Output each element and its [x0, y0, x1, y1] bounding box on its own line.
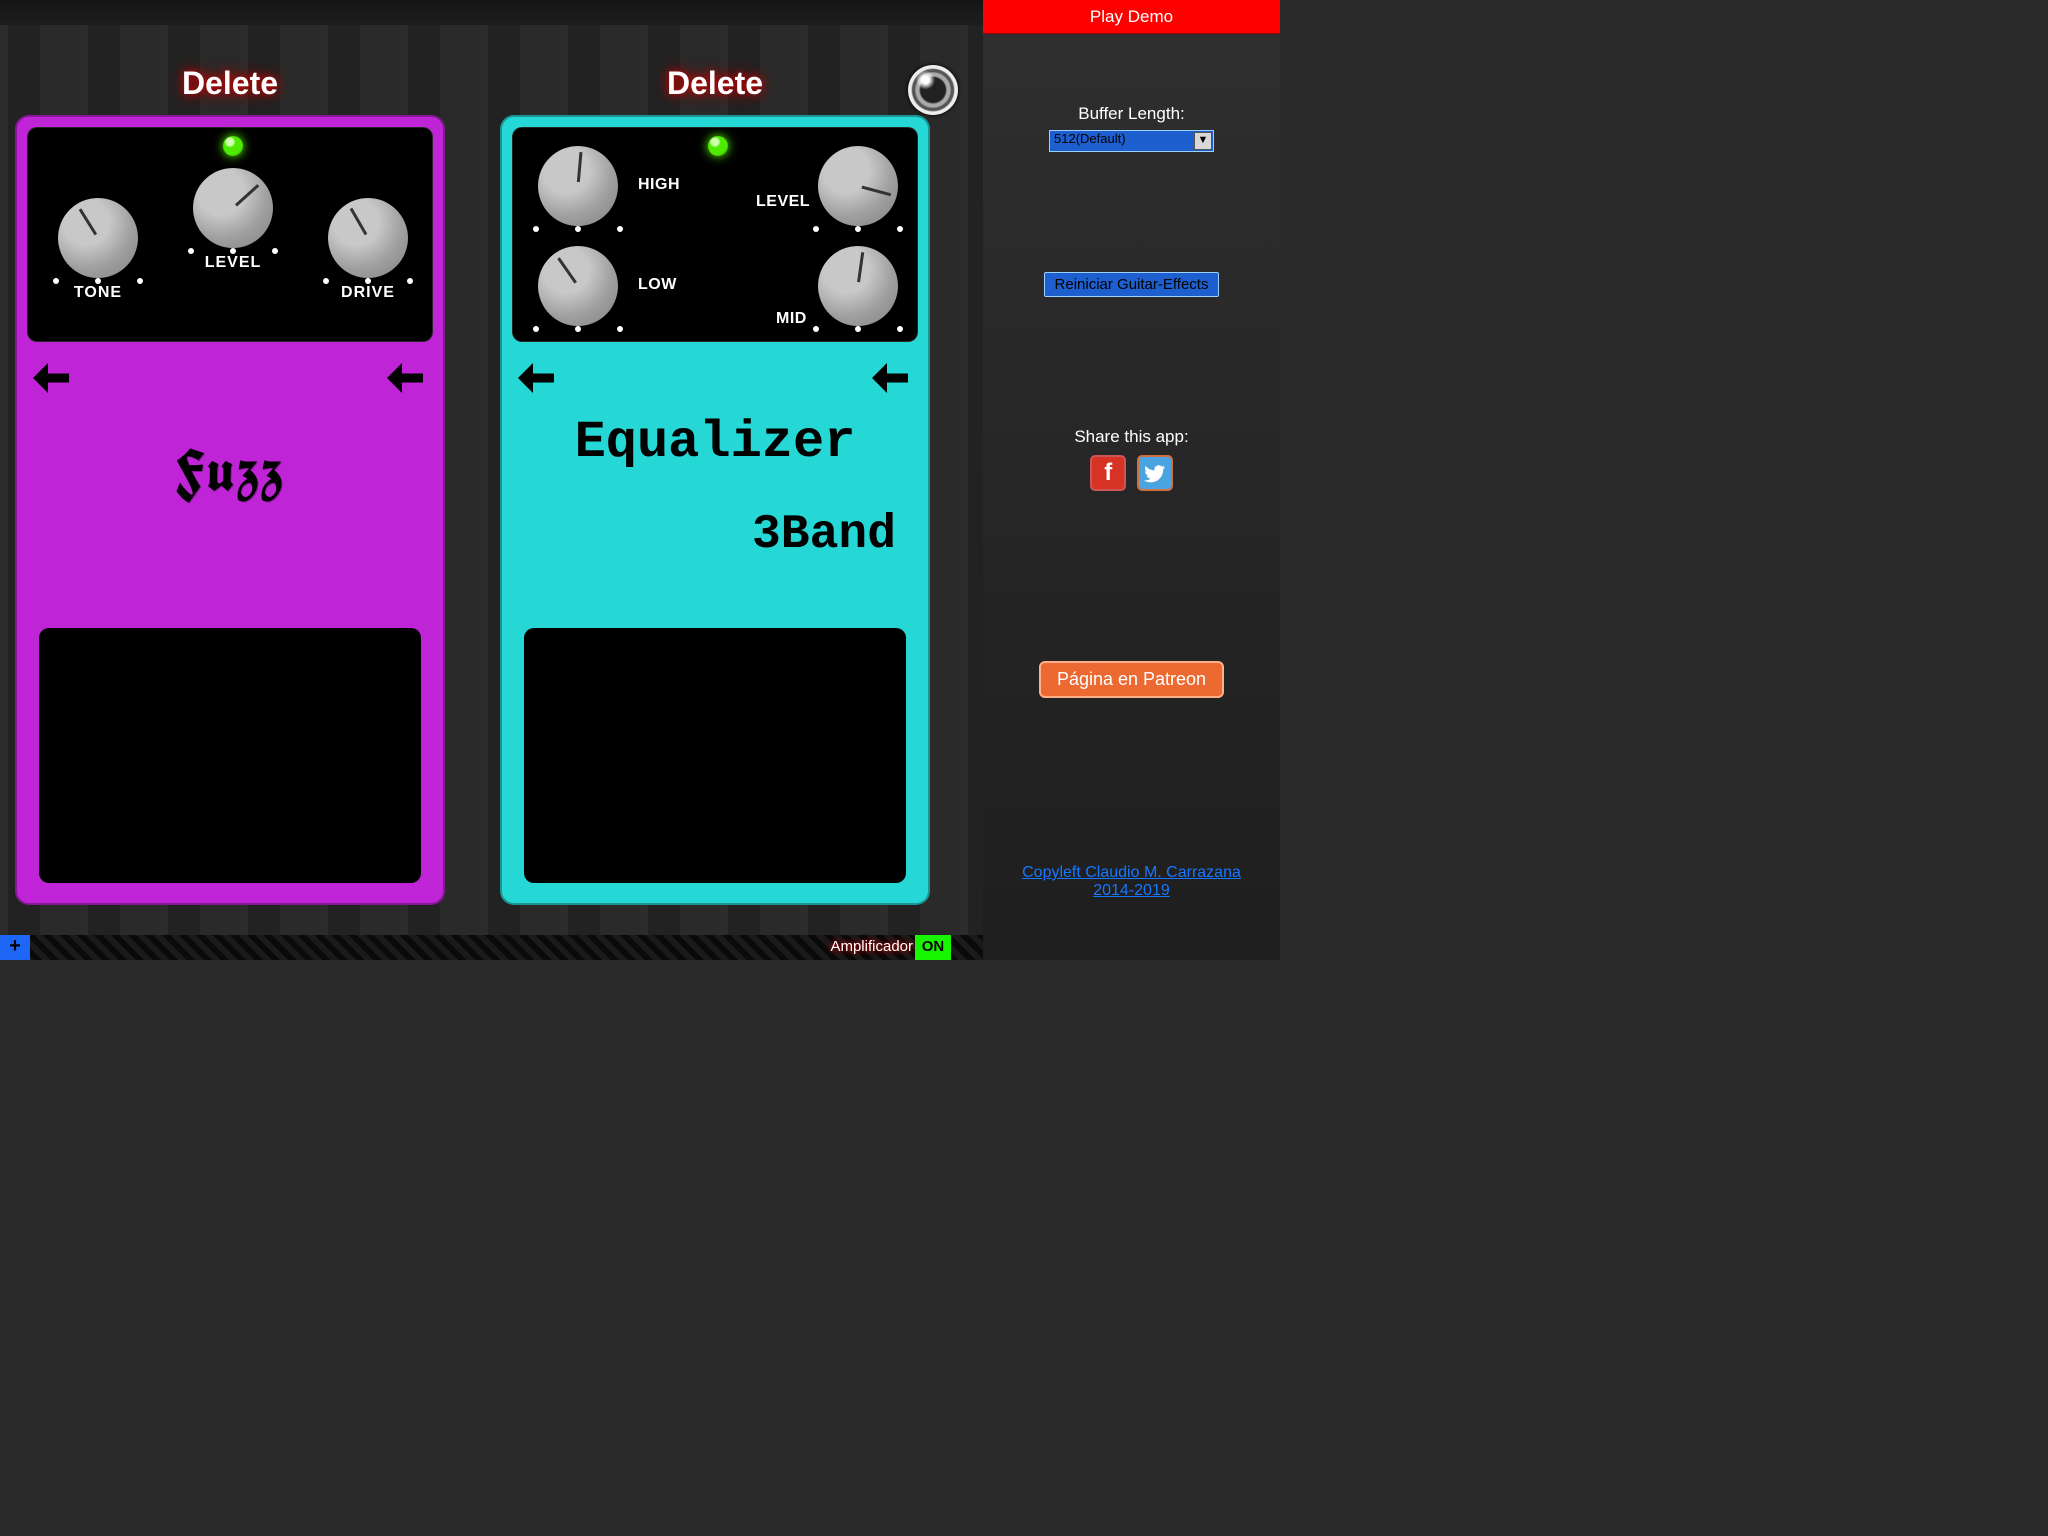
pedal-board: Delete Delete TONE LEVEL D	[0, 25, 983, 935]
reset-section: Reiniciar Guitar-Effects	[983, 152, 1280, 297]
arrow-left-icon	[872, 363, 912, 393]
pedal-footswitch[interactable]	[39, 628, 421, 883]
play-demo-button[interactable]: Play Demo	[983, 0, 1280, 34]
knob-level[interactable]: LEVEL	[193, 168, 273, 272]
knob-label: HIGH	[638, 176, 680, 194]
knob-label: MID	[776, 310, 807, 328]
chevron-down-icon: ▼	[1194, 132, 1212, 150]
knob-level[interactable]	[818, 146, 898, 226]
pedal-fuzz: TONE LEVEL DRIVE Fuzz	[15, 115, 445, 905]
share-label: Share this app:	[983, 427, 1280, 447]
twitter-icon[interactable]	[1137, 455, 1173, 491]
knob-tone[interactable]: TONE	[58, 198, 138, 302]
knob-label: LOW	[638, 276, 677, 294]
knob-drive[interactable]: DRIVE	[328, 198, 408, 302]
knob-mid[interactable]	[818, 246, 898, 326]
pedal-equalizer: HIGH LEVEL LOW MID	[500, 115, 930, 905]
arrow-left-icon	[518, 363, 558, 393]
patreon-button[interactable]: Página en Patreon	[1039, 661, 1224, 698]
pedal-body: Fuzz	[19, 353, 441, 901]
pedal-body: Equalizer 3Band	[504, 353, 926, 901]
patreon-section: Página en Patreon	[983, 491, 1280, 698]
amplifier-toggle[interactable]: ON	[915, 935, 951, 960]
delete-pedal-button[interactable]: Delete	[15, 65, 445, 102]
knob-high[interactable]	[538, 146, 618, 226]
arrow-left-icon	[387, 363, 427, 393]
pedal-name-label: Fuzz	[19, 433, 441, 509]
buffer-length-label: Buffer Length:	[983, 104, 1280, 124]
amplifier-label: Amplificador	[830, 935, 913, 960]
output-jack-icon	[908, 65, 958, 115]
buffer-length-select[interactable]: 512(Default) ▼	[1049, 130, 1214, 152]
arrow-left-icon	[33, 363, 73, 393]
pedal-led-icon	[708, 136, 728, 156]
facebook-icon[interactable]: f	[1090, 455, 1126, 491]
pedal-name-label: 3Band	[504, 508, 926, 562]
pedal-footswitch[interactable]	[524, 628, 906, 883]
buffer-section: Buffer Length: 512(Default) ▼	[983, 104, 1280, 152]
pedal-led-icon	[223, 136, 243, 156]
pedal-name-label: Equalizer	[504, 413, 926, 472]
bottom-bar: + Amplificador ON	[0, 935, 983, 960]
add-button[interactable]: +	[0, 935, 30, 960]
knob-low[interactable]	[538, 246, 618, 326]
knob-label: LEVEL	[756, 193, 810, 211]
copyleft-link[interactable]: Copyleft Claudio M. Carrazana2014-2019	[983, 864, 1280, 900]
share-section: Share this app: f	[983, 427, 1280, 491]
pedal-knob-panel: HIGH LEVEL LOW MID	[512, 127, 918, 342]
sidebar: Play Demo Buffer Length: 512(Default) ▼ …	[983, 0, 1280, 960]
buffer-length-value: 512(Default)	[1054, 131, 1126, 146]
delete-pedal-button[interactable]: Delete	[500, 65, 930, 102]
top-divider	[0, 0, 983, 25]
reset-effects-button[interactable]: Reiniciar Guitar-Effects	[1044, 272, 1220, 297]
pedal-knob-panel: TONE LEVEL DRIVE	[27, 127, 433, 342]
